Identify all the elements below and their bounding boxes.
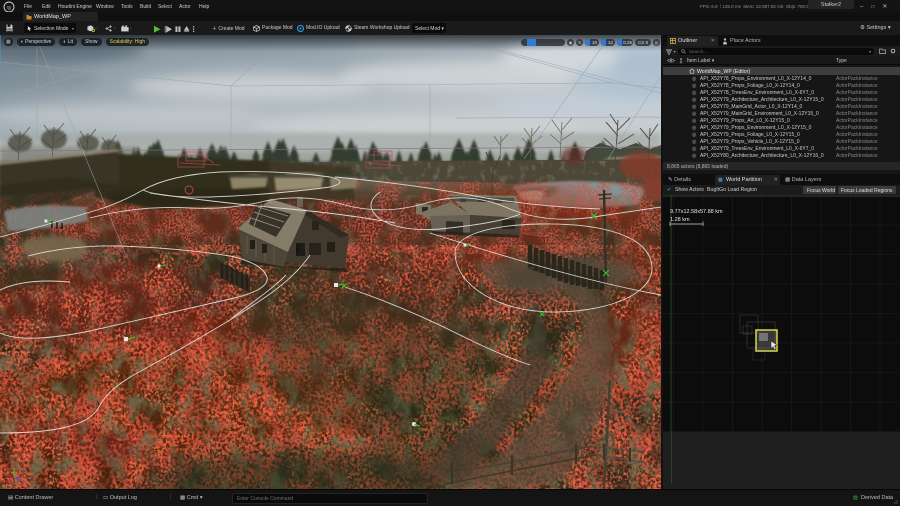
svg-text:1.28 km: 1.28 km <box>670 217 690 223</box>
svg-text:u: u <box>7 3 11 12</box>
svg-text:9.77x12.58x57.88 km: 9.77x12.58x57.88 km <box>670 209 723 215</box>
